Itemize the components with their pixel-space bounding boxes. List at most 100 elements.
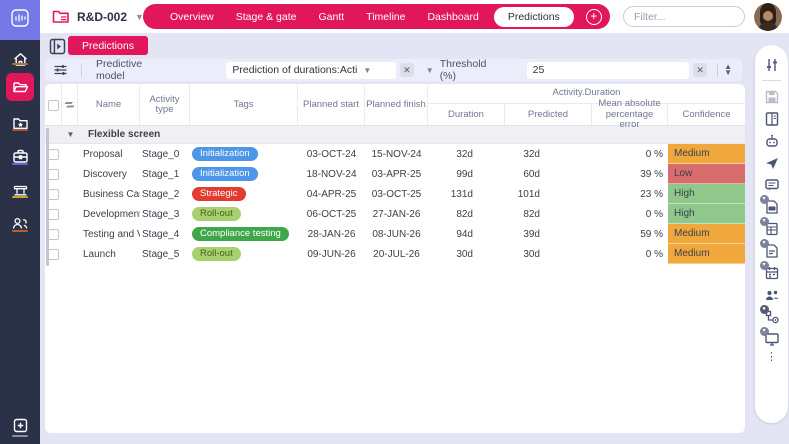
sidebar-item-teams[interactable]: [0, 208, 40, 238]
report-book-icon[interactable]: [764, 111, 780, 127]
tag-pill: Strategic: [192, 187, 246, 201]
cell-predicted: 39d: [505, 224, 592, 244]
table-row[interactable]: Development Stage_3 Roll-out 06-OCT-25 2…: [45, 204, 745, 224]
cell-name: Proposal: [78, 144, 140, 164]
threshold-input[interactable]: [533, 64, 653, 76]
row-checkbox[interactable]: [48, 189, 59, 200]
app-logo[interactable]: [0, 0, 40, 40]
divider: [762, 80, 781, 81]
col-header-name[interactable]: Name: [78, 84, 140, 126]
row-checkbox[interactable]: [48, 249, 59, 260]
cell-name: Business Case: [78, 184, 140, 204]
sidebar-item-home[interactable]: [0, 44, 40, 74]
tag-pill: Compliance testing: [192, 227, 289, 241]
threshold-dropdown-icon[interactable]: ▼: [426, 66, 434, 75]
sidebar-item-portfolio[interactable]: [0, 108, 40, 138]
add-tab-icon[interactable]: +: [586, 9, 602, 25]
cell-duration: 82d: [428, 204, 505, 224]
select-all-cell[interactable]: [45, 84, 62, 126]
send-icon[interactable]: [764, 155, 780, 171]
vertical-scrollbar[interactable]: [46, 128, 49, 266]
filter-settings-icon[interactable]: [764, 57, 780, 73]
ai-assistant-icon[interactable]: [764, 133, 780, 149]
col-header-duration[interactable]: Duration: [428, 104, 505, 126]
save-icon[interactable]: [764, 89, 780, 105]
tab-predictions-active[interactable]: Predictions: [494, 7, 574, 27]
teams-accent: [12, 230, 28, 232]
team-icon[interactable]: [764, 287, 780, 303]
export-document-icon[interactable]: ▾: [764, 243, 780, 259]
user-avatar[interactable]: [754, 3, 782, 31]
display-icon[interactable]: ▾: [764, 331, 780, 347]
predictive-model-value: Prediction of durations:Acti: [232, 64, 357, 76]
sliders-icon[interactable]: [53, 63, 68, 77]
predictive-model-select[interactable]: Prediction of durations:Acti ▼: [226, 62, 396, 79]
add-workspace-accent: [12, 435, 28, 437]
filter-input[interactable]: [623, 6, 745, 27]
collapse-chevron-icon[interactable]: ▼: [62, 130, 79, 139]
portfolio-accent: [12, 129, 28, 131]
clear-threshold-icon[interactable]: ✕: [693, 63, 707, 77]
badge-chevron-icon: ▾: [760, 195, 769, 204]
cell-planned-finish: 15-NOV-24: [365, 144, 428, 164]
row-icon-cell: [62, 244, 78, 264]
cell-confidence: High: [668, 184, 745, 204]
plus-square-icon: [12, 417, 29, 434]
sidebar-item-projects[interactable]: [0, 72, 40, 102]
table-row[interactable]: Testing and V... Stage_4 Compliance test…: [45, 224, 745, 244]
export-pdf-icon[interactable]: ▾: [764, 199, 780, 215]
sidebar-item-stage-gate[interactable]: [0, 175, 40, 205]
cell-planned-finish: 03-APR-25: [365, 164, 428, 184]
cell-planned-start: 18-NOV-24: [298, 164, 365, 184]
tab-gantt[interactable]: Gantt: [307, 11, 355, 23]
export-spreadsheet-icon[interactable]: ▾: [764, 221, 780, 237]
clear-model-icon[interactable]: ✕: [400, 63, 414, 77]
col-header-planned-finish[interactable]: Planned finish: [365, 84, 428, 126]
divider: [717, 63, 718, 77]
calendar-icon[interactable]: ▾: [764, 265, 780, 281]
cell-confidence: High: [668, 204, 745, 224]
badge-chevron-icon: ▾: [760, 327, 769, 336]
cell-mape: 0 %: [592, 244, 668, 264]
comments-icon[interactable]: [764, 177, 780, 193]
tag-pill: Roll-out: [192, 247, 241, 261]
tab-stage-gate[interactable]: Stage & gate: [225, 11, 308, 23]
open-folder-icon: [12, 79, 29, 96]
cell-confidence: Medium: [668, 224, 745, 244]
select-all-checkbox[interactable]: [48, 100, 59, 111]
row-checkbox[interactable]: [48, 149, 59, 160]
row-checkbox[interactable]: [48, 169, 59, 180]
stepper-control[interactable]: ▲▼: [724, 64, 732, 76]
col-header-mape[interactable]: Mean absolute percentage error: [592, 104, 668, 126]
cell-mape: 59 %: [592, 224, 668, 244]
workflow-settings-icon[interactable]: ●: [764, 309, 780, 325]
predictions-view-button[interactable]: Predictions: [68, 36, 148, 55]
table-row[interactable]: Business Case Stage_2 Strategic 04-APR-2…: [45, 184, 745, 204]
col-header-tags[interactable]: Tags: [190, 84, 298, 126]
tab-timeline[interactable]: Timeline: [355, 11, 416, 23]
chevron-down-icon[interactable]: ▼: [363, 66, 371, 75]
cell-name: Development: [78, 204, 140, 224]
col-header-predicted[interactable]: Predicted: [505, 104, 592, 126]
row-checkbox[interactable]: [48, 229, 59, 240]
panel-toggle-icon[interactable]: [49, 38, 66, 55]
chevron-down-icon[interactable]: ▼: [724, 70, 732, 76]
waveform-logo-icon: [9, 7, 31, 34]
row-checkbox[interactable]: [48, 209, 59, 220]
sidebar-item-workspace[interactable]: [0, 141, 40, 171]
table-row[interactable]: Launch Stage_5 Roll-out 09-JUN-26 20-JUL…: [45, 244, 745, 264]
cell-tags: Roll-out: [190, 244, 298, 264]
project-selector[interactable]: R&D-002 ▼: [52, 0, 144, 33]
cell-planned-finish: 20-JUL-26: [365, 244, 428, 264]
threshold-field: [527, 62, 690, 79]
project-name: R&D-002: [77, 10, 127, 24]
table-row[interactable]: Discovery Stage_1 Initialization 18-NOV-…: [45, 164, 745, 184]
tab-dashboard[interactable]: Dashboard: [416, 11, 489, 23]
col-header-confidence[interactable]: Confidence: [668, 104, 745, 126]
col-header-activity-type[interactable]: Activity type: [140, 84, 190, 126]
tab-overview[interactable]: Overview: [159, 11, 225, 23]
more-options-icon[interactable]: ⋮: [766, 352, 777, 362]
col-header-planned-start[interactable]: Planned start: [298, 84, 365, 126]
cell-predicted: 30d: [505, 244, 592, 264]
table-row[interactable]: Proposal Stage_0 Initialization 03-OCT-2…: [45, 144, 745, 164]
